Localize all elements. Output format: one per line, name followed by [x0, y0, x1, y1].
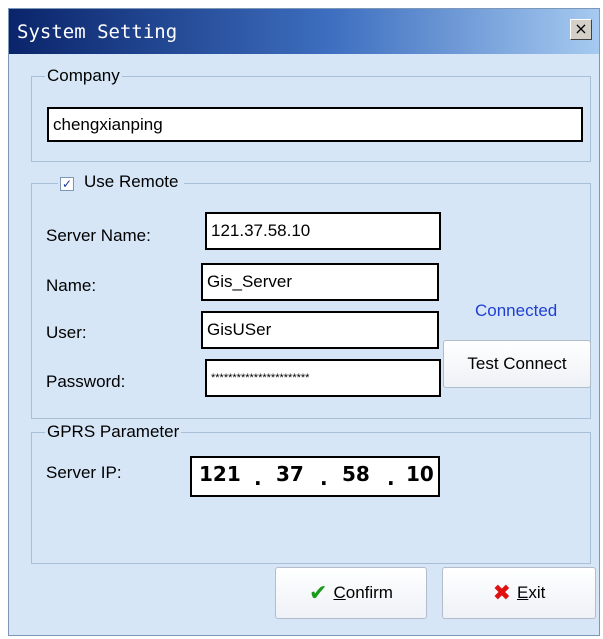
exit-button[interactable]: ✖ Exit	[442, 567, 596, 619]
x-icon: ✖	[492, 580, 512, 606]
test-connect-button[interactable]: Test Connect	[443, 340, 591, 388]
server-name-label: Server Name:	[46, 226, 151, 245]
ip-dot-1: .	[254, 466, 262, 490]
ip-dot-3: .	[387, 466, 395, 490]
server-ip-label: Server IP:	[46, 463, 122, 482]
ip-octet-2: 37	[276, 462, 304, 486]
server-name-input[interactable]: 121.37.58.10	[205, 212, 441, 250]
system-setting-dialog: System Setting × Company chengxianping ✓…	[8, 8, 600, 636]
exit-accel: E	[517, 583, 529, 602]
connection-status: Connected	[475, 301, 558, 320]
use-remote-checkbox[interactable]: ✓	[60, 177, 74, 191]
exit-label: xit	[528, 583, 546, 602]
ip-octet-4: 10	[406, 462, 434, 486]
confirm-accel: C	[333, 583, 346, 602]
company-input[interactable]: chengxianping	[47, 107, 583, 142]
gprs-legend: GPRS Parameter	[45, 422, 182, 442]
remote-group: ✓ Use Remote Server Name: 121.37.58.10 Na…	[31, 172, 591, 419]
confirm-label: onfirm	[345, 583, 393, 602]
server-ip-input[interactable]: 121 . 37 . 58 . 10	[190, 456, 440, 497]
user-label: User:	[46, 323, 87, 342]
company-group: Company chengxianping	[31, 66, 591, 162]
ip-dot-2: .	[320, 466, 328, 490]
close-icon: ×	[574, 19, 588, 38]
ip-octet-3: 58	[342, 462, 370, 486]
name-input[interactable]: Gis_Server	[201, 263, 439, 301]
ip-octet-1: 121	[199, 462, 241, 486]
confirm-button[interactable]: ✔ Confirm	[275, 567, 427, 619]
use-remote-label: Use Remote	[84, 172, 179, 191]
password-label: Password:	[46, 372, 126, 391]
close-button[interactable]: ×	[570, 19, 592, 40]
name-label: Name:	[46, 276, 97, 295]
company-legend: Company	[45, 66, 122, 86]
window-title: System Setting	[17, 21, 178, 43]
user-input[interactable]: GisUSer	[201, 311, 439, 349]
gprs-group: GPRS Parameter Server IP: 121 . 37 . 58 …	[31, 422, 591, 564]
title-bar[interactable]: System Setting ×	[9, 9, 599, 54]
password-input[interactable]: ***********************	[205, 359, 441, 397]
checkmark-icon: ✔	[309, 580, 328, 606]
use-remote-legend[interactable]: ✓ Use Remote	[58, 172, 185, 192]
